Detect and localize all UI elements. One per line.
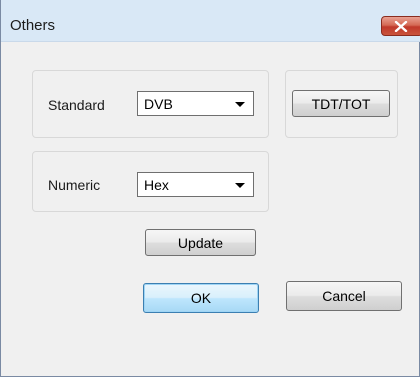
window-title: Others: [10, 17, 56, 34]
standard-combobox-value: DVB: [144, 96, 173, 112]
title-bar[interactable]: Others: [1, 0, 420, 42]
update-button[interactable]: Update: [145, 229, 256, 256]
standard-label: Standard: [48, 97, 105, 113]
numeric-combobox-value: Hex: [144, 177, 169, 193]
others-dialog: Others Standard DVB TDT/TOT Numeric Hex …: [0, 0, 420, 377]
close-icon: [394, 21, 408, 32]
numeric-label: Numeric: [48, 177, 101, 193]
ok-button[interactable]: OK: [143, 283, 259, 313]
close-button[interactable]: [381, 16, 420, 36]
standard-combobox[interactable]: DVB: [137, 91, 254, 116]
numeric-group: Numeric Hex: [32, 151, 269, 212]
numeric-combobox[interactable]: Hex: [137, 172, 254, 197]
chevron-down-icon: [235, 183, 245, 188]
chevron-down-icon: [235, 102, 245, 107]
tdt-tot-button[interactable]: TDT/TOT: [292, 90, 390, 117]
tdt-tot-group: TDT/TOT: [285, 70, 398, 138]
cancel-button[interactable]: Cancel: [286, 281, 402, 311]
standard-group: Standard DVB: [32, 70, 269, 138]
